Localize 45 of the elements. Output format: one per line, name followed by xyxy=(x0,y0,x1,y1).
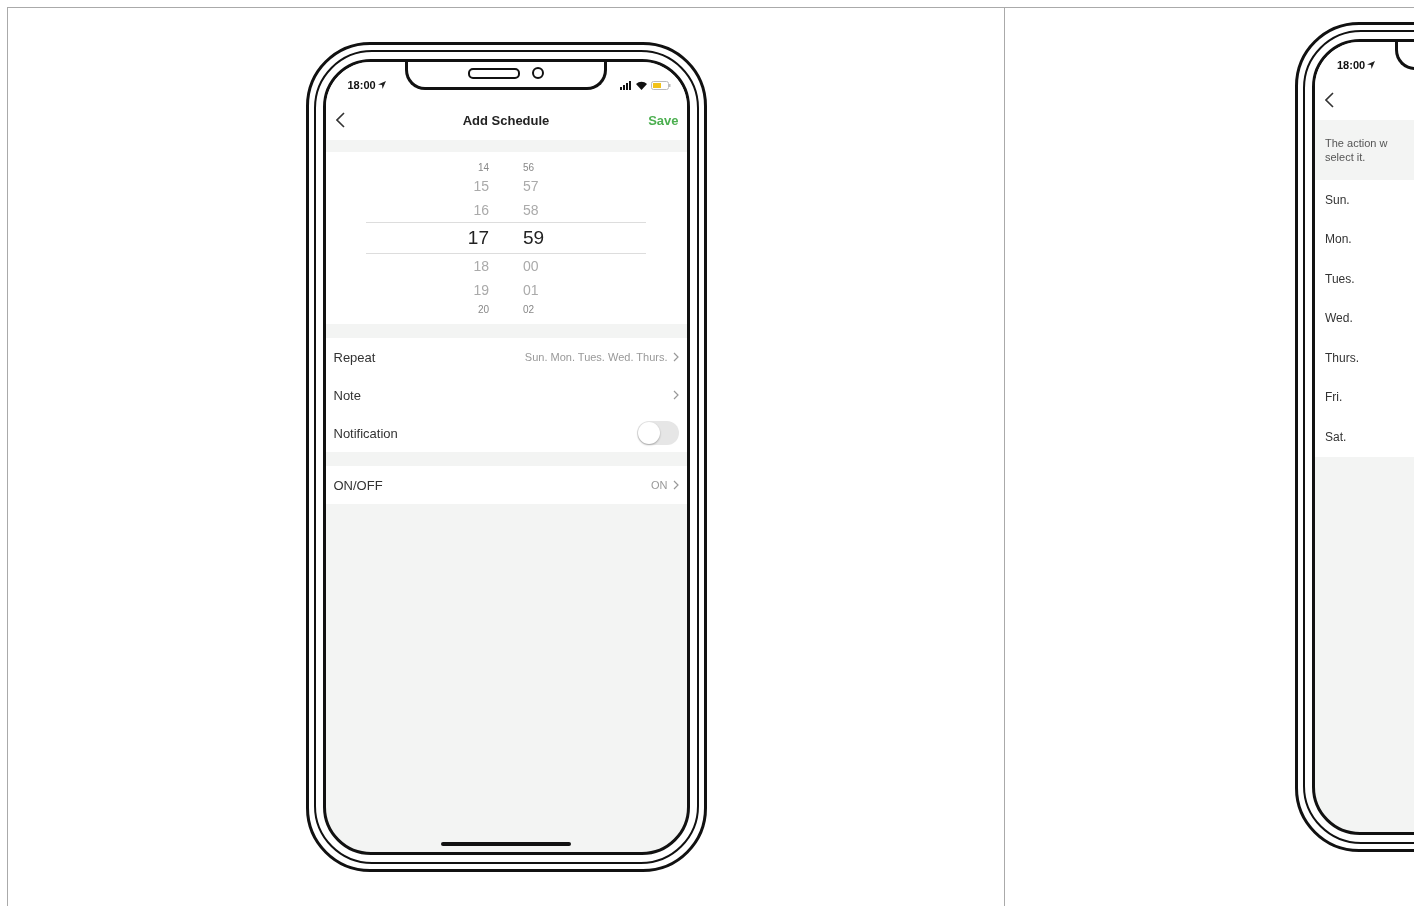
back-icon[interactable] xyxy=(1325,92,1334,108)
row-label: ON/OFF xyxy=(333,477,384,493)
chevron-right-icon xyxy=(672,390,679,400)
minute-value: 56 xyxy=(523,161,535,173)
settings-row[interactable]: Note xyxy=(325,376,687,414)
hour-value: 19 xyxy=(473,282,489,298)
row-label: Repeat xyxy=(333,349,377,365)
signal-icon xyxy=(619,80,632,90)
chevron-right-icon xyxy=(672,352,679,362)
day-option[interactable]: Sun. xyxy=(1315,180,1414,220)
day-option[interactable]: Sat. xyxy=(1315,417,1414,457)
back-icon[interactable] xyxy=(335,112,345,128)
hour-value: 17 xyxy=(467,227,489,249)
minute-value: 01 xyxy=(523,282,539,298)
row-value: Sun. Mon. Tues. Wed. Thurs. xyxy=(524,351,668,363)
settings-row[interactable]: ON/OFF ON xyxy=(325,466,687,504)
minute-value: 59 xyxy=(523,227,545,249)
day-option[interactable]: Fri. xyxy=(1315,377,1414,417)
minute-value: 00 xyxy=(523,258,539,274)
hour-value: 15 xyxy=(473,178,489,194)
wifi-icon xyxy=(635,80,647,90)
hour-value: 16 xyxy=(473,202,489,218)
hour-value: 18 xyxy=(473,258,489,274)
time-picker[interactable]: 14 56 15 57 16 58 17 59 18 00 19 01 20 02 xyxy=(325,152,687,324)
location-arrow-icon xyxy=(377,81,386,89)
notification-toggle[interactable] xyxy=(636,421,679,445)
minute-value: 57 xyxy=(523,178,539,194)
status-time: 18:00 xyxy=(1337,59,1366,71)
row-value: ON xyxy=(651,479,668,491)
hour-value: 14 xyxy=(477,161,489,173)
minute-value: 02 xyxy=(523,303,535,315)
status-time: 18:00 xyxy=(347,79,376,91)
battery-icon xyxy=(650,80,671,90)
day-option[interactable]: Wed. xyxy=(1315,298,1414,338)
hour-value: 20 xyxy=(477,303,489,315)
day-option[interactable]: Mon. xyxy=(1315,219,1414,259)
settings-row[interactable]: Repeat Sun. Mon. Tues. Wed. Thurs. xyxy=(325,338,687,376)
location-arrow-icon xyxy=(1367,61,1376,69)
row-label: Note xyxy=(333,387,362,403)
day-option[interactable]: Tues. xyxy=(1315,259,1414,299)
screen-title: Add Schedule xyxy=(462,112,550,128)
row-label: Notification xyxy=(333,425,399,441)
minute-value: 58 xyxy=(523,202,539,218)
chevron-right-icon xyxy=(672,480,679,490)
day-option[interactable]: Thurs. xyxy=(1315,338,1414,378)
